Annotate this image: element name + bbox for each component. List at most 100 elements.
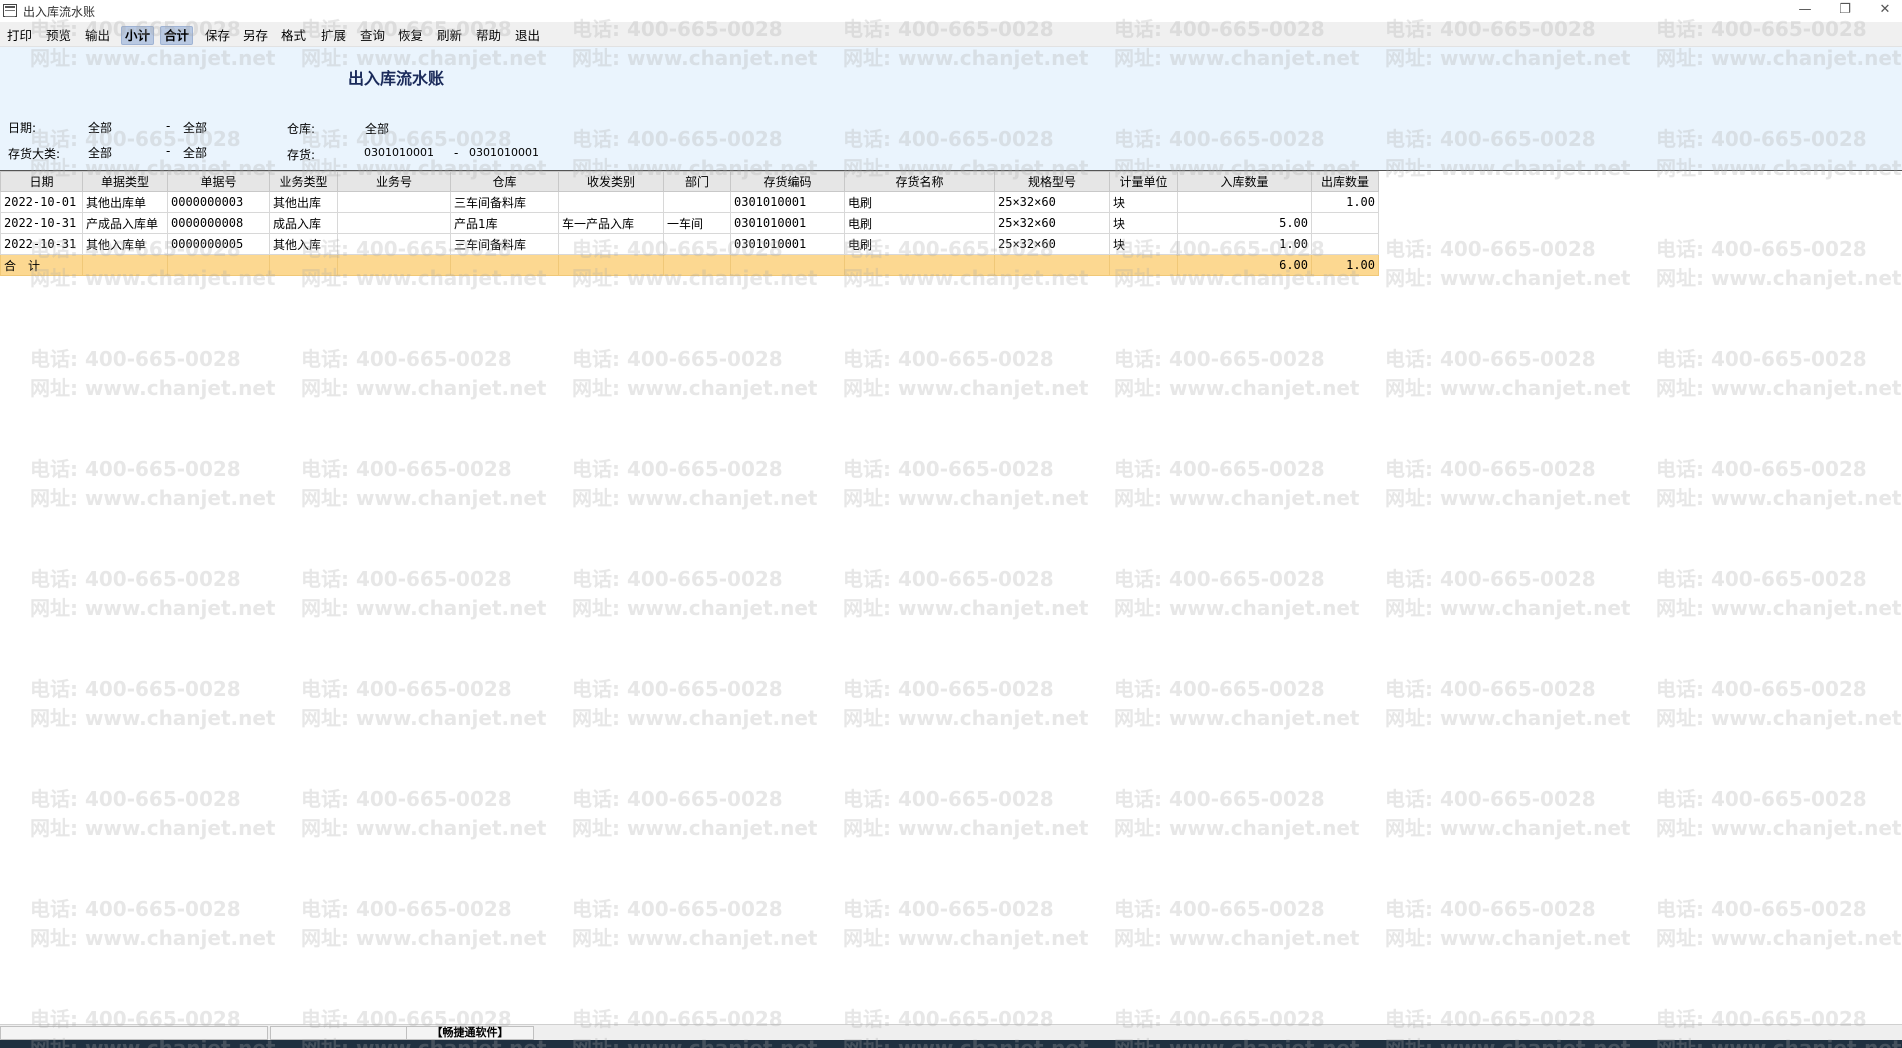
table-cell: 电刷: [844, 233, 995, 255]
watermark: 电话: 400-665-0028 网址: www.chanjet.net: [1656, 785, 1901, 843]
watermark-phone: 电话: 400-665-0028: [572, 347, 783, 371]
table-cell: [167, 254, 270, 276]
watermark-phone: 电话: 400-665-0028: [1385, 347, 1596, 371]
watermark-phone: 电话: 400-665-0028: [30, 677, 241, 701]
watermark: 电话: 400-665-0028 网址: www.chanjet.net: [572, 565, 818, 623]
toolbar-button[interactable]: 另存: [240, 26, 271, 45]
table-cell: [337, 254, 451, 276]
column-header[interactable]: 存货名称: [844, 171, 995, 192]
date-from-value: 全部: [88, 121, 113, 135]
watermark-phone: 电话: 400-665-0028: [30, 787, 241, 811]
watermark-phone: 电话: 400-665-0028: [1114, 567, 1325, 591]
table-cell: 产成品入库单: [82, 212, 168, 234]
column-header[interactable]: 业务类型: [269, 171, 338, 192]
table-cell: 其他出库: [269, 191, 338, 213]
watermark-site: 网址: www.chanjet.net: [30, 816, 276, 840]
column-header[interactable]: 单据类型: [82, 171, 168, 192]
toolbar-button[interactable]: 输出: [82, 26, 113, 45]
restore-button[interactable]: ❐: [1828, 0, 1862, 22]
watermark-phone: 电话: 400-665-0028: [843, 457, 1054, 481]
watermark-phone: 电话: 400-665-0028: [30, 457, 241, 481]
status-segment: [0, 1026, 268, 1040]
watermark-site: 网址: www.chanjet.net: [1385, 926, 1631, 950]
column-header[interactable]: 日期: [0, 171, 83, 192]
watermark-site: 网址: www.chanjet.net: [572, 596, 818, 620]
toolbar-button[interactable]: 合计: [160, 26, 194, 45]
watermark: 电话: 400-665-0028 网址: www.chanjet.net: [572, 345, 817, 403]
toolbar-button[interactable]: 预览: [43, 26, 74, 45]
toolbar-button[interactable]: 刷新: [434, 26, 465, 45]
table-row[interactable]: 2022-10-31 其他入库单 0000000005 其他入库 三车间备料库 03010…: [0, 233, 1379, 255]
watermark-site: 网址: www.chanjet.net: [30, 926, 276, 950]
column-header[interactable]: 规格型号: [994, 171, 1110, 192]
toolbar-button[interactable]: 退出: [512, 26, 543, 45]
watermark-site: 网址: www.chanjet.net: [843, 486, 1089, 510]
table-cell: 25×32×60: [994, 233, 1110, 255]
column-header[interactable]: 部门: [663, 171, 731, 192]
table-cell: 其他出库单: [82, 191, 168, 213]
column-header[interactable]: 单据号: [167, 171, 270, 192]
watermark: 电话: 400-665-0028 网址: www.chanjet.net: [572, 675, 817, 733]
watermark-phone: 电话: 400-665-0028: [301, 897, 512, 921]
watermark-site: 网址: www.chanjet.net: [843, 926, 1089, 950]
watermark-site: 网址: www.chanjet.net: [301, 486, 547, 510]
watermark: 电话: 400-665-0028 网址: www.chanjet.net: [301, 455, 547, 513]
watermark-phone: 电话: 400-665-0028: [301, 787, 512, 811]
watermark: 电话: 400-665-0028 网址: www.chanjet.net: [1656, 455, 1901, 513]
watermark-phone: 电话: 400-665-0028: [1114, 787, 1325, 811]
watermark-site: 网址: www.chanjet.net: [1114, 486, 1360, 510]
column-header[interactable]: 仓库: [450, 171, 559, 192]
ledger-grid: 日期 单据类型 单据号 业务类型 业务号 仓库 收发类别 部门 存货编码 存货名称 规格型号 计量单位…: [0, 170, 1902, 276]
table-cell: 25×32×60: [994, 212, 1110, 234]
column-header[interactable]: 存货编码: [730, 171, 845, 192]
watermark: 电话: 400-665-0028 网址: www.chanjet.net: [572, 895, 817, 953]
watermark: 电话: 400-665-0028 网址: www.chanjet.net: [1385, 895, 1631, 953]
watermark-phone: 电话: 400-665-0028: [843, 677, 1054, 701]
date-separator: -: [166, 119, 171, 133]
toolbar-button[interactable]: 恢复: [395, 26, 426, 45]
warehouse-value: 全部: [365, 122, 390, 136]
toolbar-button[interactable]: 小计: [121, 26, 155, 45]
watermark-phone: 电话: 400-665-0028: [301, 567, 512, 591]
close-button[interactable]: ✕: [1868, 0, 1902, 22]
toolbar-button[interactable]: 格式: [278, 26, 309, 45]
table-cell: 一车间: [663, 212, 731, 234]
table-cell: 车一产品入库: [558, 212, 664, 234]
minimize-button[interactable]: —: [1788, 0, 1822, 22]
table-cell: 1.00: [1311, 191, 1379, 213]
toolbar-button[interactable]: 扩展: [318, 26, 349, 45]
watermark-phone: 电话: 400-665-0028: [843, 897, 1054, 921]
column-header[interactable]: 入库数量: [1177, 171, 1312, 192]
table-cell: 电刷: [844, 191, 995, 213]
total-row[interactable]: 合 计 6.00 1.00: [0, 254, 1379, 276]
watermark: 电话: 400-665-0028 网址: www.chanjet.net: [572, 455, 817, 513]
toolbar-button[interactable]: 保存: [202, 26, 233, 45]
status-bar: 【畅捷通软件】: [0, 1024, 1902, 1040]
toolbar-button[interactable]: 打印: [4, 26, 35, 45]
watermark: 电话: 400-665-0028 网址: www.chanjet.net: [30, 895, 276, 953]
column-header[interactable]: 收发类别: [558, 171, 664, 192]
watermark: 电话: 400-665-0028 网址: www.chanjet.net: [1114, 785, 1359, 843]
table-cell: [663, 254, 731, 276]
watermark: 电话: 400-665-0028 网址: www.chanjet.net: [301, 785, 546, 843]
table-cell: 0301010001: [730, 191, 845, 213]
column-header[interactable]: 计量单位: [1109, 171, 1178, 192]
watermark: 电话: 400-665-0028 网址: www.chanjet.net: [301, 345, 546, 403]
watermark-site: 网址: www.chanjet.net: [1656, 376, 1902, 400]
inventory-separator: -: [454, 146, 459, 160]
toolbar-button[interactable]: 帮助: [473, 26, 504, 45]
table-cell: [730, 254, 845, 276]
table-cell: [558, 254, 664, 276]
watermark: 电话: 400-665-0028 网址: www.chanjet.net: [1385, 455, 1630, 513]
watermark-site: 网址: www.chanjet.net: [572, 816, 818, 840]
warehouse-label: 仓库:: [287, 122, 316, 136]
category-separator: -: [166, 144, 171, 158]
column-header[interactable]: 出库数量: [1311, 171, 1379, 192]
column-header[interactable]: 业务号: [337, 171, 451, 192]
watermark: 电话: 400-665-0028 网址: www.chanjet.net: [301, 675, 546, 733]
table-row[interactable]: 2022-10-31 产成品入库单 0000000008 成品入库 产品1库 车一产品入库…: [0, 212, 1379, 234]
toolbar-button[interactable]: 查询: [357, 26, 388, 45]
watermark: 电话: 400-665-0028 网址: www.chanjet.net: [843, 895, 1089, 953]
table-row[interactable]: 2022-10-01 其他出库单 0000000003 其他出库 三车间备料库 03010…: [0, 191, 1379, 213]
table-cell: 2022-10-31: [0, 212, 83, 234]
